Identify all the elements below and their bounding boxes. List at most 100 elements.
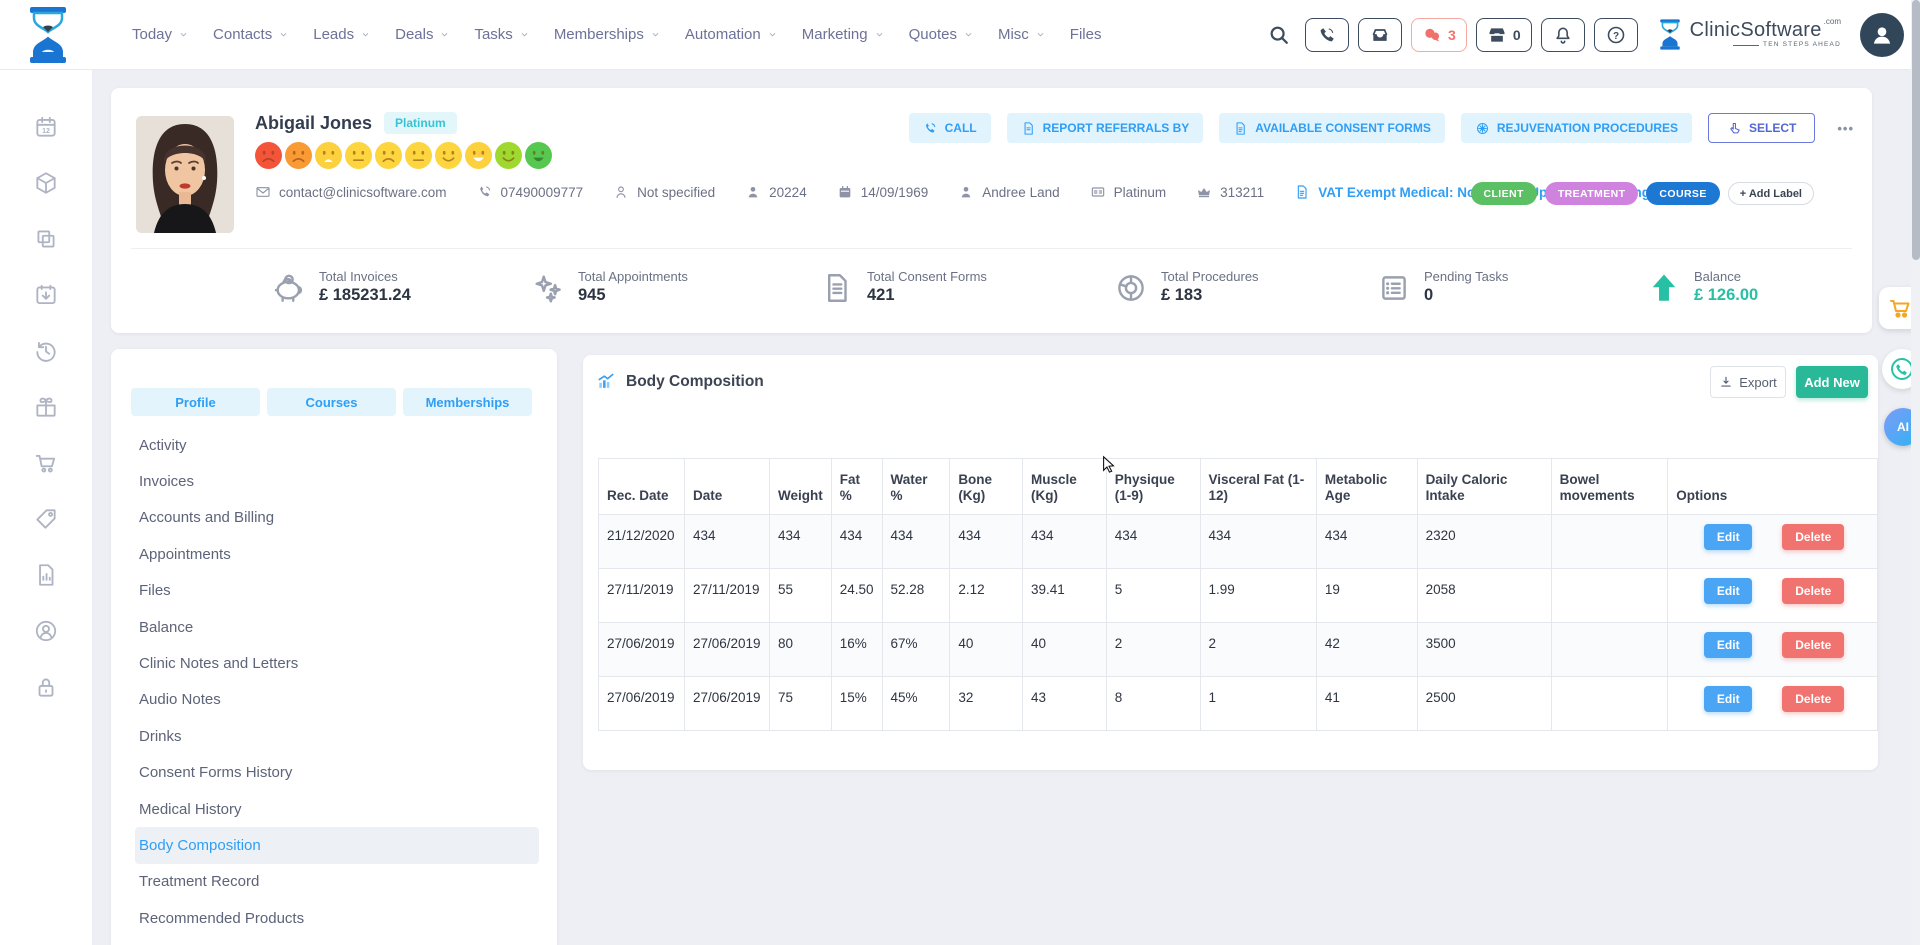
nav-item-automation[interactable]: Automation <box>673 26 790 43</box>
dialer-button[interactable] <box>1305 18 1349 52</box>
sidebar-item-activity[interactable]: Activity <box>135 427 539 463</box>
sidebar-item-medical-history[interactable]: Medical History <box>135 791 539 827</box>
sidebar-history-icon[interactable] <box>33 338 59 364</box>
sidebar-package-icon[interactable] <box>33 170 59 196</box>
edit-button[interactable]: Edit <box>1704 524 1752 550</box>
nav-item-tasks[interactable]: Tasks <box>462 26 541 43</box>
export-button[interactable]: Export <box>1710 366 1786 398</box>
rejuvenation-procedures-button[interactable]: REJUVENATION PROCEDURES <box>1461 113 1692 143</box>
edit-button[interactable]: Edit <box>1704 632 1752 658</box>
col-header-fat: Fat % <box>831 459 882 515</box>
sidebar-item-clinic-notes-and-letters[interactable]: Clinic Notes and Letters <box>135 645 539 681</box>
edit-button[interactable]: Edit <box>1704 578 1752 604</box>
sidebar-inbox-tray-icon[interactable] <box>33 282 59 308</box>
sidebar-calendar-12-icon[interactable]: 12 <box>33 114 59 140</box>
contact-07490009777[interactable]: 07490009777 <box>477 184 584 200</box>
delete-button[interactable]: Delete <box>1782 632 1844 658</box>
sidebar-gift-icon[interactable] <box>33 394 59 420</box>
search-icon[interactable] <box>1268 24 1290 46</box>
select-button[interactable]: SELECT <box>1708 113 1815 143</box>
nav-item-leads[interactable]: Leads <box>301 26 383 43</box>
nav-item-label: Memberships <box>554 26 644 43</box>
delete-button[interactable]: Delete <box>1782 524 1844 550</box>
nav-item-marketing[interactable]: Marketing <box>790 26 897 43</box>
chat-button[interactable]: 3 <box>1411 18 1467 52</box>
sidebar-price-tag-icon[interactable] <box>33 506 59 532</box>
mood-level-9[interactable] <box>495 142 522 169</box>
nav-item-deals[interactable]: Deals <box>383 26 462 43</box>
contact-vat-exempt-medical-no[interactable]: VAT Exempt Medical: No <box>1294 184 1475 200</box>
cell-physique-1-9: 2 <box>1106 623 1200 677</box>
sidebar-item-drinks[interactable]: Drinks <box>135 718 539 754</box>
sidebar-item-balance[interactable]: Balance <box>135 609 539 645</box>
nav-item-label: Quotes <box>909 26 957 43</box>
nav-item-today[interactable]: Today <box>120 26 201 43</box>
mood-level-4[interactable] <box>345 142 372 169</box>
sidebar-item-recommended-products[interactable]: Recommended Products <box>135 900 539 936</box>
tab-profile[interactable]: Profile <box>131 388 260 416</box>
sidebar-item-appointments[interactable]: Appointments <box>135 536 539 572</box>
sidebar-item-body-composition[interactable]: Body Composition <box>135 827 539 863</box>
mood-level-7[interactable] <box>435 142 462 169</box>
mood-level-6[interactable] <box>405 142 432 169</box>
sidebar-item-files[interactable]: Files <box>135 573 539 609</box>
delete-button[interactable]: Delete <box>1782 578 1844 604</box>
delete-button[interactable]: Delete <box>1782 686 1844 712</box>
mood-level-10[interactable] <box>525 142 552 169</box>
mood-level-2[interactable] <box>285 142 312 169</box>
tab-memberships[interactable]: Memberships <box>403 388 532 416</box>
cell-metabolic-age: 434 <box>1316 515 1417 569</box>
mood-level-8[interactable] <box>465 142 492 169</box>
sidebar-item-treatment-record[interactable]: Treatment Record <box>135 864 539 900</box>
nav-item-label: Files <box>1070 26 1102 43</box>
sidebar-item-accounts-and-billing[interactable]: Accounts and Billing <box>135 500 539 536</box>
edit-button[interactable]: Edit <box>1704 686 1752 712</box>
cell-bowel-movements <box>1551 623 1668 677</box>
sidebar-item-consent-forms-history[interactable]: Consent Forms History <box>135 755 539 791</box>
nav-item-label: Tasks <box>474 26 512 43</box>
sidebar-support-icon[interactable] <box>33 618 59 644</box>
contact-contact-clinicsoftware-com[interactable]: contact@clinicsoftware.com <box>255 184 447 200</box>
nav-item-quotes[interactable]: Quotes <box>897 26 986 43</box>
call-button[interactable]: CALL <box>909 113 991 143</box>
stat-label: Total Consent Forms <box>867 269 987 285</box>
stat-value: 0 <box>1424 285 1508 306</box>
report-referrals-by-button[interactable]: REPORT REFERRALS BY <box>1007 113 1204 143</box>
scrollbar-thumb[interactable] <box>1912 0 1920 260</box>
person-icon <box>958 184 974 200</box>
sidebar-cart-icon[interactable] <box>33 450 59 476</box>
mood-level-5[interactable] <box>375 142 402 169</box>
client-photo[interactable] <box>136 116 234 233</box>
add-label-button[interactable]: + Add Label <box>1728 182 1814 205</box>
available-consent-forms-button[interactable]: AVAILABLE CONSENT FORMS <box>1219 113 1445 143</box>
contact-text: Not specified <box>637 185 715 200</box>
tab-courses[interactable]: Courses <box>267 388 396 416</box>
sidebar-report-chart-icon[interactable] <box>33 562 59 588</box>
stat-total-procedures: Total Procedures£ 183 <box>1114 269 1259 307</box>
sidebar-item-audio-notes[interactable]: Audio Notes <box>135 682 539 718</box>
page-scrollbar[interactable] <box>1911 0 1920 945</box>
more-actions-button[interactable]: ••• <box>1831 120 1860 137</box>
sidebar-lock-icon[interactable] <box>33 674 59 700</box>
add-new-button[interactable]: Add New <box>1796 366 1868 398</box>
app-logo-hourglass-icon[interactable] <box>24 5 72 65</box>
calendar-icon <box>837 184 853 200</box>
shop-button[interactable]: 0 <box>1476 18 1532 52</box>
nav-item-memberships[interactable]: Memberships <box>542 26 673 43</box>
user-avatar[interactable] <box>1860 13 1904 57</box>
nav-item-misc[interactable]: Misc <box>986 26 1058 43</box>
nav-item-files[interactable]: Files <box>1058 26 1114 43</box>
sidebar-item-invoices[interactable]: Invoices <box>135 463 539 499</box>
cell-muscle-kg: 434 <box>1023 515 1107 569</box>
mood-level-1[interactable] <box>255 142 282 169</box>
sidebar-copy-icon[interactable] <box>33 226 59 252</box>
inbox-button[interactable] <box>1358 18 1402 52</box>
cart-icon <box>1888 296 1912 320</box>
notifications-button[interactable] <box>1541 18 1585 52</box>
mood-level-3[interactable] <box>315 142 342 169</box>
label-treatment: TREATMENT <box>1545 182 1639 205</box>
col-header-rec-date: Rec. Date <box>599 459 685 515</box>
nav-item-contacts[interactable]: Contacts <box>201 26 301 43</box>
help-button[interactable]: ? <box>1594 18 1638 52</box>
cell-water: 434 <box>882 515 950 569</box>
